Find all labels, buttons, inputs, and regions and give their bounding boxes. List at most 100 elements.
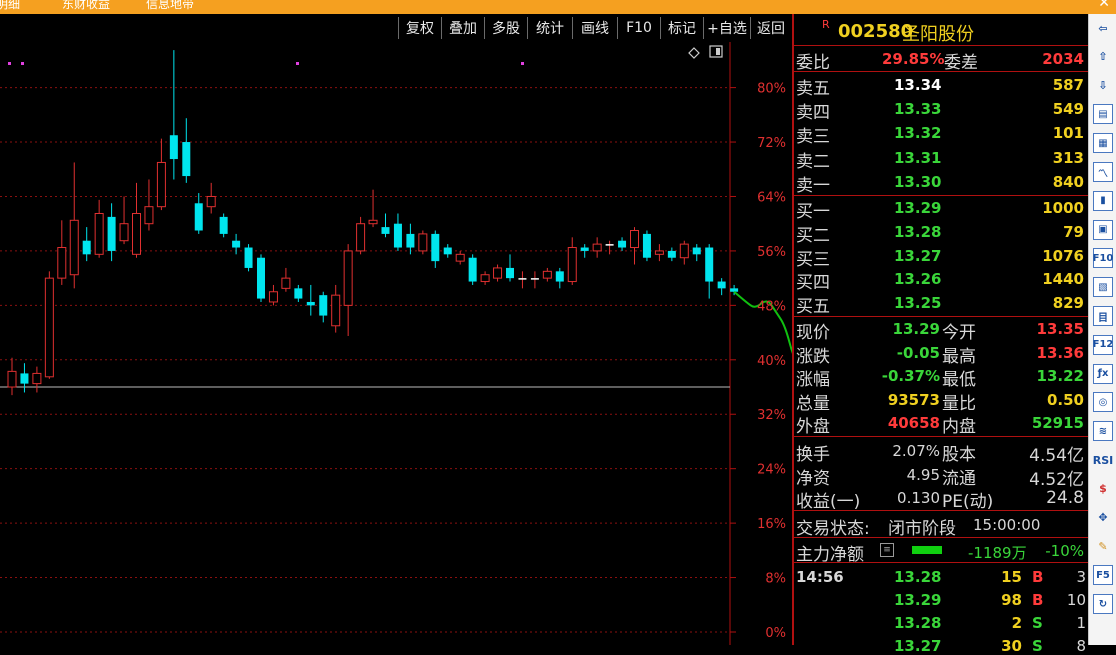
candle-body [382,227,390,234]
rsi-icon[interactable]: RSI [1093,450,1113,470]
y-tick-label: 56% [757,245,786,260]
candle-body [481,275,489,282]
candle-body [232,241,240,248]
stock-header: R 002580 圣阳股份 [796,18,1086,46]
back-button[interactable]: 返回 [750,17,791,39]
line-chart-icon[interactable]: 〽 [1093,162,1113,182]
candle-body [581,248,589,251]
candle-body [357,224,365,251]
report-icon[interactable]: ▣ [1093,220,1113,240]
candle [58,220,66,285]
candle [369,190,377,227]
candle [33,367,41,393]
finance-label: 收益(一) [796,487,860,512]
circle-icon[interactable]: ◎ [1093,392,1113,412]
candle-body [257,258,265,299]
restore-rights-button[interactable]: 复权 [398,17,441,39]
finance-value: 4.54亿 [1029,441,1084,466]
pen-icon[interactable]: ✎ [1093,536,1113,556]
level-price: 13.32 [894,124,941,142]
candle-body [606,244,614,246]
chart-mini-controls [689,46,722,58]
news-icon[interactable]: ▧ [1093,277,1113,297]
candle [83,227,91,261]
candle-body [593,244,601,251]
main-flow-amount: -1189万 [968,542,1027,563]
grid-icon[interactable]: ▦ [1093,133,1113,153]
quote-label: 涨幅 [796,365,830,390]
tab-earnings[interactable]: 东财收益 [62,0,110,12]
money-icon[interactable]: $ [1093,479,1113,499]
level-volume: 840 [1053,173,1084,191]
close-icon[interactable]: ✕ [1098,0,1110,11]
y-tick-label: 24% [757,463,786,478]
candle-body [718,282,726,289]
candle-body [556,271,564,281]
index-chart-icon[interactable]: ≋ [1093,421,1113,441]
arrow-down-icon[interactable]: ⇩ [1093,76,1113,96]
level-label: 卖三 [796,122,830,147]
candle-body [282,278,290,288]
detail-icon[interactable]: ≡ [880,543,894,557]
candlestick-chart[interactable]: 104%96%88%80%72%64%56%48%40%32%24%16%8%0… [0,42,792,645]
arrow-up-icon[interactable]: ⇧ [1093,47,1113,67]
candle [195,193,203,234]
candle-body [655,251,663,254]
f10-icon[interactable]: F10 [1093,248,1113,268]
candle [518,271,526,288]
candle [382,213,390,237]
tick-price: 13.28 [894,568,941,586]
candle-icon[interactable]: ▮ [1093,191,1113,211]
candle [45,271,53,379]
finance-label: 净资 [796,464,830,489]
f5-icon[interactable]: F5 [1093,565,1113,585]
table-icon[interactable]: ▤ [1093,104,1113,124]
candle [319,292,327,323]
candle [269,285,277,305]
finance-label: 股本 [942,440,976,465]
candle [693,244,701,261]
candle-body [332,295,340,326]
marker-dot [21,62,24,65]
level-price: 13.25 [894,294,941,312]
draw-line-button[interactable]: 画线 [572,17,617,39]
level-price: 13.31 [894,149,941,167]
candle [618,237,626,251]
status-value: 闭市阶段 [888,514,956,539]
level-label: 买一 [796,197,830,222]
multi-stock-button[interactable]: 多股 [484,17,527,39]
notebook-icon[interactable]: 目 [1093,306,1113,326]
quote-label: 今开 [942,318,976,343]
candle-body [394,224,402,248]
level-volume: 101 [1053,124,1084,142]
candle-body [70,220,78,274]
move-icon[interactable]: ✥ [1093,508,1113,528]
candle-body [456,254,464,261]
diamond-icon[interactable] [689,48,699,58]
candle [556,268,564,288]
f12-icon[interactable]: F12 [1093,335,1113,355]
marker-dot [8,62,11,65]
mark-button[interactable]: 标记 [660,17,703,39]
formula-icon[interactable]: ƒx [1093,364,1113,384]
level-price: 13.34 [894,76,941,94]
refresh-icon[interactable]: ↻ [1093,594,1113,614]
candle [133,183,141,258]
candle [680,241,688,265]
overlay-button[interactable]: 叠加 [441,17,484,39]
statistics-button[interactable]: 统计 [527,17,572,39]
candle-body [494,268,502,278]
level-price: 13.27 [894,247,941,265]
tab-info-zone[interactable]: 信息地带 [146,0,194,12]
candle-body [631,231,639,248]
f10-button[interactable]: F10 [617,17,660,39]
stock-name: 圣阳股份 [902,20,974,46]
quote-value: -0.37% [880,367,940,385]
divider [794,510,1088,511]
y-tick-label: 64% [757,190,786,205]
tab-detail[interactable]: 明细 [0,0,20,12]
add-watchlist-button[interactable]: +自选 [703,17,750,39]
arrow-left-icon[interactable]: ⇦ [1093,18,1113,38]
candle [120,196,128,244]
quote-value: 13.29 [880,320,940,338]
